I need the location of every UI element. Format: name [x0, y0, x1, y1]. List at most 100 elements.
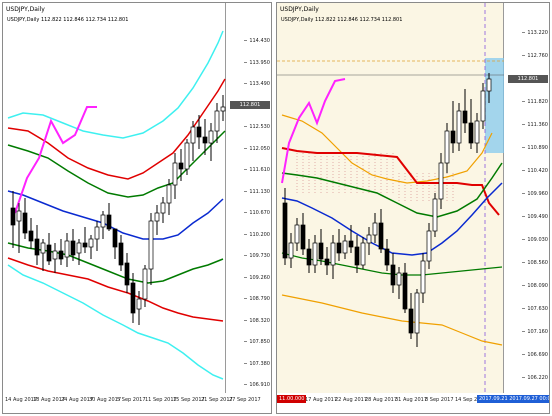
right-candle: [426, 230, 432, 262]
left-candle: [208, 130, 214, 144]
price-tick-label: 113.220: [506, 30, 548, 36]
left-price-axis: 114.430113.950113.490113.010112.530112.0…: [227, 3, 271, 393]
right-candle: [318, 242, 324, 260]
right-chart-window[interactable]: USDJPY,Daily USDJPY,Daily 112.822 112.84…: [276, 2, 550, 414]
right-current-price-tag: 112.801: [508, 75, 548, 83]
right-plot-area[interactable]: USDJPY,Daily USDJPY,Daily 112.822 112.84…: [277, 3, 504, 393]
price-tick-label: 111.130: [228, 189, 270, 195]
left-candle: [124, 262, 130, 286]
cyan-lower-band: [7, 264, 224, 380]
left-candle: [76, 242, 82, 254]
right-chart-title: USDJPY,Daily: [280, 6, 319, 13]
price-tick-label: 106.690: [506, 352, 548, 358]
right-candle: [288, 242, 294, 259]
right-candle: [444, 130, 450, 164]
right-blue-time-marker: 2017.09.21 2017.09.27 00:00: [477, 395, 549, 403]
left-candle: [46, 244, 52, 262]
right-candle: [354, 246, 360, 266]
left-candle: [34, 238, 40, 256]
left-candle: [40, 242, 46, 254]
price-tick-label: 110.890: [506, 145, 548, 151]
right-candle: [306, 248, 312, 266]
price-tick-label: 109.030: [506, 237, 548, 243]
left-candle: [148, 220, 154, 270]
right-candle: [450, 130, 456, 144]
right-candle: [402, 272, 408, 310]
left-candle: [166, 184, 172, 204]
price-tick-label: 111.820: [506, 99, 548, 105]
left-candle: [94, 226, 100, 240]
right-candle: [348, 240, 354, 248]
left-price-chart[interactable]: [3, 3, 226, 393]
price-tick-label: 110.420: [506, 168, 548, 174]
right-price-axis: 113.220112.760112.290111.820111.360110.8…: [505, 3, 549, 393]
right-red-time-marker: 11.00.000: [277, 395, 307, 403]
date-tick-label: 17 Aug 2017: [305, 397, 338, 403]
left-candle: [178, 162, 184, 170]
price-tick-label: 107.630: [506, 306, 548, 312]
left-candle: [196, 126, 202, 138]
date-tick-label: 21 Sep 2017: [201, 397, 233, 403]
price-tick-label: 109.730: [228, 253, 270, 259]
price-tick-label: 107.380: [228, 361, 270, 367]
price-tick-label: 108.790: [228, 296, 270, 302]
magenta-lagging-line: [281, 78, 346, 184]
left-candle: [28, 230, 34, 242]
right-candle: [396, 272, 402, 286]
left-candle: [118, 242, 124, 266]
left-candle: [100, 214, 106, 228]
left-candle: [58, 250, 64, 260]
left-candle: [52, 250, 58, 260]
right-price-chart[interactable]: [277, 3, 504, 393]
left-candle: [136, 298, 142, 310]
left-candle: [70, 240, 76, 256]
date-tick-label: 8 Sep 2017: [425, 397, 454, 403]
right-candle: [420, 260, 426, 294]
right-candle: [462, 110, 468, 124]
right-candle: [324, 258, 330, 266]
price-tick-label: 108.090: [506, 283, 548, 289]
price-tick-label: 114.430: [228, 38, 270, 44]
date-tick-label: 11 Sep 2017: [145, 397, 177, 403]
price-tick-label: 106.910: [228, 382, 270, 388]
left-candle: [184, 142, 190, 170]
left-candle: [112, 228, 118, 248]
left-chart-window[interactable]: USDJPY,Daily USDJPY,Daily 112.822 112.84…: [2, 2, 272, 414]
right-candle: [360, 242, 366, 266]
price-tick-label: 113.950: [228, 60, 270, 66]
price-tick-label: 111.610: [228, 167, 270, 173]
price-tick-label: 111.360: [506, 122, 548, 128]
date-tick-label: 22 Aug 2017: [335, 397, 368, 403]
right-candle: [300, 224, 306, 250]
right-candle: [468, 122, 474, 144]
right-candle: [378, 222, 384, 250]
left-current-price-tag: 112.801: [230, 101, 270, 109]
price-tick-label: 110.200: [228, 232, 270, 238]
price-tick-label: 112.050: [228, 146, 270, 152]
left-candle: [64, 240, 70, 258]
price-tick-label: 112.760: [506, 53, 548, 59]
red-lower-band: [7, 257, 224, 322]
right-candle: [372, 222, 378, 236]
left-plot-area[interactable]: USDJPY,Daily USDJPY,Daily 112.822 112.84…: [3, 3, 226, 393]
price-tick-label: 110.670: [228, 210, 270, 216]
date-tick-label: 15 Sep 2017: [173, 397, 205, 403]
date-tick-label: 5 Sep 2017: [117, 397, 146, 403]
right-ohlc-info: USDJPY,Daily 112.822 112.846 112.734 112…: [281, 17, 403, 23]
price-tick-label: 109.260: [228, 275, 270, 281]
price-tick-label: 112.530: [228, 124, 270, 130]
date-tick-label: 27 Sep 2017: [229, 397, 261, 403]
right-candle: [294, 224, 300, 244]
price-tick-label: 109.960: [506, 191, 548, 197]
right-candle: [456, 110, 462, 144]
right-candle: [330, 242, 336, 266]
right-candle: [474, 120, 480, 144]
left-candle: [190, 126, 196, 144]
left-candle: [106, 214, 112, 230]
price-tick-label: 108.320: [228, 318, 270, 324]
right-candle: [312, 242, 318, 266]
right-candle: [366, 234, 372, 244]
kumo-cloud-hatching: [296, 153, 454, 203]
right-candle: [342, 240, 348, 254]
left-candle: [172, 162, 178, 186]
